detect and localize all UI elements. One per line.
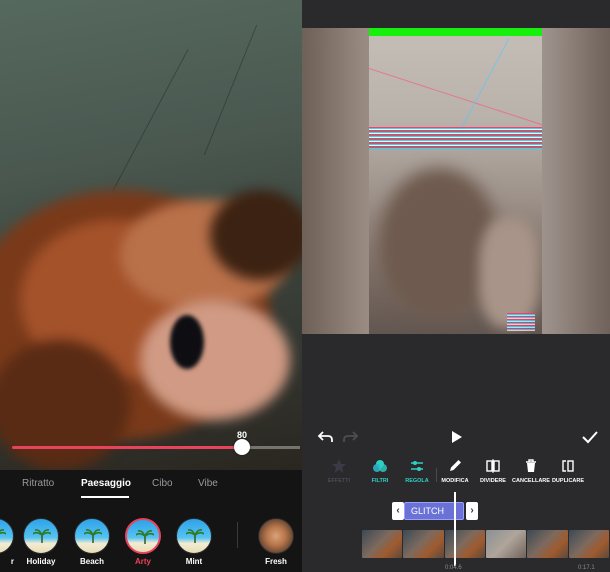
glitch-scanlines-small: [507, 313, 535, 331]
chevron-left-icon[interactable]: ‹: [392, 502, 404, 520]
filter-group-divider: [237, 522, 238, 548]
confirm-check-icon[interactable]: [578, 425, 602, 449]
video-editor: EFFETTI FILTRI REGOLA MODIFICA DIVIDERE …: [302, 0, 610, 572]
clip-thumbnail-strip: [362, 530, 610, 558]
filter-thumbnail: [125, 518, 161, 554]
filter-item[interactable]: r: [0, 518, 16, 566]
filter-label: Holiday: [26, 557, 56, 566]
adjust-icon: [411, 461, 423, 471]
pencil-icon: [450, 460, 461, 471]
clip-thumbnail: [362, 530, 403, 558]
filter-thumbnail: [0, 518, 14, 554]
wall-crack: [112, 49, 189, 191]
play-icon[interactable]: [444, 425, 468, 449]
filter-category-tabs: Ritratto Paesaggio Cibo Vibe: [0, 470, 302, 510]
video-preview: [369, 28, 542, 334]
clip-thumbnail: [568, 530, 609, 558]
photo-preview: [0, 0, 302, 470]
filter-label: Arty: [134, 557, 151, 566]
trash-icon: [526, 459, 536, 472]
filter-item-selected[interactable]: Arty: [123, 518, 163, 566]
split-icon: [486, 459, 500, 473]
active-tab-indicator: [81, 496, 129, 498]
undo-icon[interactable]: [314, 425, 338, 449]
dog-fur: [210, 190, 302, 280]
tool-label: DUPLICARE: [551, 478, 585, 484]
tool-duplicare[interactable]: DUPLICARE: [542, 458, 594, 484]
tab-ritratto[interactable]: Ritratto: [22, 478, 54, 489]
screenshot-frame: 80 Ritratto Paesaggio Cibo Vibe r Holida…: [0, 0, 610, 572]
palm-tree-icon: [186, 529, 204, 543]
filter-item[interactable]: Mint: [174, 518, 214, 566]
dog-paw: [479, 218, 539, 328]
timeline-playhead[interactable]: [454, 492, 456, 566]
total-duration: 0:17.1: [578, 565, 595, 571]
duplicate-icon: [562, 460, 574, 472]
palm-tree-icon: [33, 529, 51, 543]
palm-tree-icon: [0, 529, 6, 535]
intensity-value: 80: [236, 430, 247, 440]
tab-cibo[interactable]: Cibo: [152, 478, 173, 489]
palm-tree-icon: [84, 529, 102, 543]
editor-toolbar: EFFETTI FILTRI REGOLA MODIFICA DIVIDERE …: [302, 454, 610, 494]
star-icon: [332, 459, 346, 473]
wall-crack: [203, 24, 258, 156]
filter-label: Beach: [79, 557, 104, 566]
glitch-green-band: [369, 28, 542, 36]
filters-icon: [373, 460, 387, 472]
current-time: 0:04.6: [445, 565, 462, 571]
clip-thumbnail: [444, 530, 485, 558]
filter-item[interactable]: Holiday: [21, 518, 61, 566]
glitch-streak: [369, 68, 542, 128]
intensity-slider-track: [242, 446, 300, 449]
dog-fur: [140, 300, 290, 420]
chevron-right-icon[interactable]: ›: [466, 502, 478, 520]
glitch-scanlines: [369, 127, 542, 149]
redo-icon[interactable]: [338, 425, 362, 449]
filter-thumbnail: [74, 518, 110, 554]
tab-vibe[interactable]: Vibe: [198, 478, 218, 489]
video-timeline[interactable]: [302, 526, 610, 562]
playback-controls: [302, 425, 610, 449]
filter-item[interactable]: Fresh: [256, 518, 296, 566]
filter-label: Mint: [185, 557, 203, 566]
toolbar-divider: [436, 468, 437, 482]
palm-tree-icon: [136, 530, 154, 544]
filter-label: Fresh: [265, 557, 287, 566]
clip-thumbnail: [485, 530, 527, 558]
filter-item[interactable]: Beach: [72, 518, 112, 566]
intensity-slider-handle[interactable]: [234, 439, 250, 455]
filter-thumbnail: [258, 518, 294, 554]
filter-list: r Holiday Beach Arty Mint Fresh: [0, 510, 302, 572]
filter-thumbnail: [23, 518, 59, 554]
photo-filter-editor: 80 Ritratto Paesaggio Cibo Vibe r Holida…: [0, 0, 302, 572]
effect-clip-label: GLITCH: [411, 506, 445, 516]
tab-paesaggio[interactable]: Paesaggio: [81, 478, 131, 489]
dog-eye: [170, 315, 204, 369]
effect-clip-selector[interactable]: ‹ GLITCH ›: [390, 500, 478, 522]
filter-thumbnail: [176, 518, 212, 554]
dog-fur: [0, 340, 130, 470]
clip-thumbnail: [403, 530, 444, 558]
intensity-slider-fill: [12, 446, 242, 449]
filter-label: r: [10, 557, 14, 566]
clip-thumbnail: [527, 530, 568, 558]
